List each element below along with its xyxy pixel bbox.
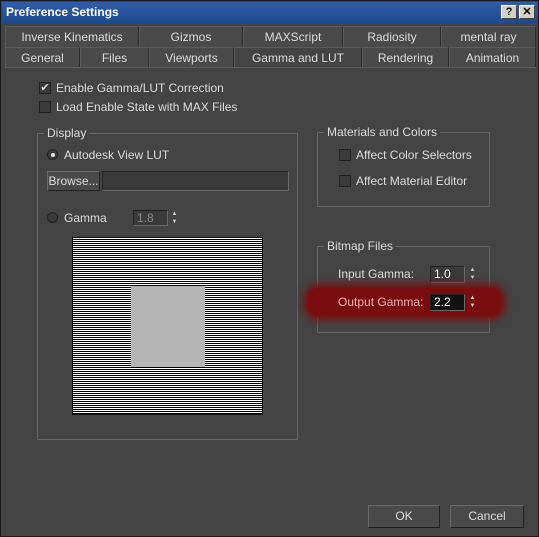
tab-gizmos[interactable]: Gizmos (139, 26, 243, 47)
display-group-title: Display (44, 126, 90, 140)
materials-group-title: Materials and Colors (324, 125, 441, 139)
affect-material-label: Affect Material Editor (356, 174, 468, 188)
output-gamma-label: Output Gamma: (338, 295, 424, 309)
lut-radio[interactable] (47, 149, 58, 160)
gamma-radio[interactable] (47, 212, 58, 223)
gamma-value-field[interactable]: 1.8 (133, 210, 168, 226)
cancel-button[interactable]: Cancel (450, 505, 524, 528)
tab-rendering[interactable]: Rendering (362, 47, 449, 68)
tab-row-1: Inverse Kinematics Gizmos MAXScript Radi… (5, 26, 536, 47)
load-state-label: Load Enable State with MAX Files (56, 100, 238, 114)
window-title: Preference Settings (6, 5, 119, 19)
lut-label: Autodesk View LUT (64, 148, 170, 162)
close-button[interactable]: ✕ (519, 5, 535, 19)
input-gamma-spinner[interactable]: ▲ ▼ (468, 266, 477, 282)
tab-maxscript[interactable]: MAXScript (243, 26, 343, 47)
affect-color-checkbox[interactable] (339, 149, 351, 161)
tab-viewports[interactable]: Viewports (149, 47, 234, 68)
tab-gamma-and-lut[interactable]: Gamma and LUT (234, 47, 362, 68)
tab-animation[interactable]: Animation (449, 47, 536, 68)
output-gamma-field[interactable]: 2.2 (430, 294, 465, 311)
ok-button[interactable]: OK (368, 505, 440, 528)
tab-radiosity[interactable]: Radiosity (343, 26, 441, 47)
gamma-label: Gamma (64, 211, 107, 225)
enable-gamma-label: Enable Gamma/LUT Correction (56, 81, 224, 95)
enable-gamma-checkbox[interactable]: ✔ (39, 82, 51, 94)
title-bar[interactable]: Preference Settings ? ✕ (2, 2, 537, 23)
tab-files[interactable]: Files (80, 47, 149, 68)
affect-material-checkbox[interactable] (339, 175, 351, 187)
tab-general[interactable]: General (5, 47, 80, 68)
input-gamma-field[interactable]: 1.0 (430, 266, 465, 283)
bitmap-group-title: Bitmap Files (324, 239, 397, 253)
load-state-checkbox[interactable] (39, 101, 51, 113)
input-gamma-label: Input Gamma: (338, 267, 415, 281)
help-button[interactable]: ? (501, 5, 517, 19)
gamma-spinner[interactable]: ▲ ▼ (170, 210, 179, 226)
gamma-preview-gray-square (131, 286, 205, 367)
radio-selected-dot (51, 153, 55, 157)
tab-mental-ray[interactable]: mental ray (441, 26, 536, 47)
tab-row-2: General Files Viewports Gamma and LUT Re… (5, 47, 536, 68)
browse-button[interactable]: Browse... (47, 171, 100, 191)
lut-path-field[interactable] (102, 171, 289, 191)
affect-color-label: Affect Color Selectors (356, 148, 472, 162)
gamma-preview-image (72, 237, 263, 415)
materials-group: Materials and Colors (317, 125, 490, 207)
preference-settings-window: Preference Settings ? ✕ Inverse Kinemati… (0, 0, 539, 537)
tab-inverse-kinematics[interactable]: Inverse Kinematics (5, 26, 139, 47)
output-gamma-spinner[interactable]: ▲ ▼ (468, 294, 477, 310)
